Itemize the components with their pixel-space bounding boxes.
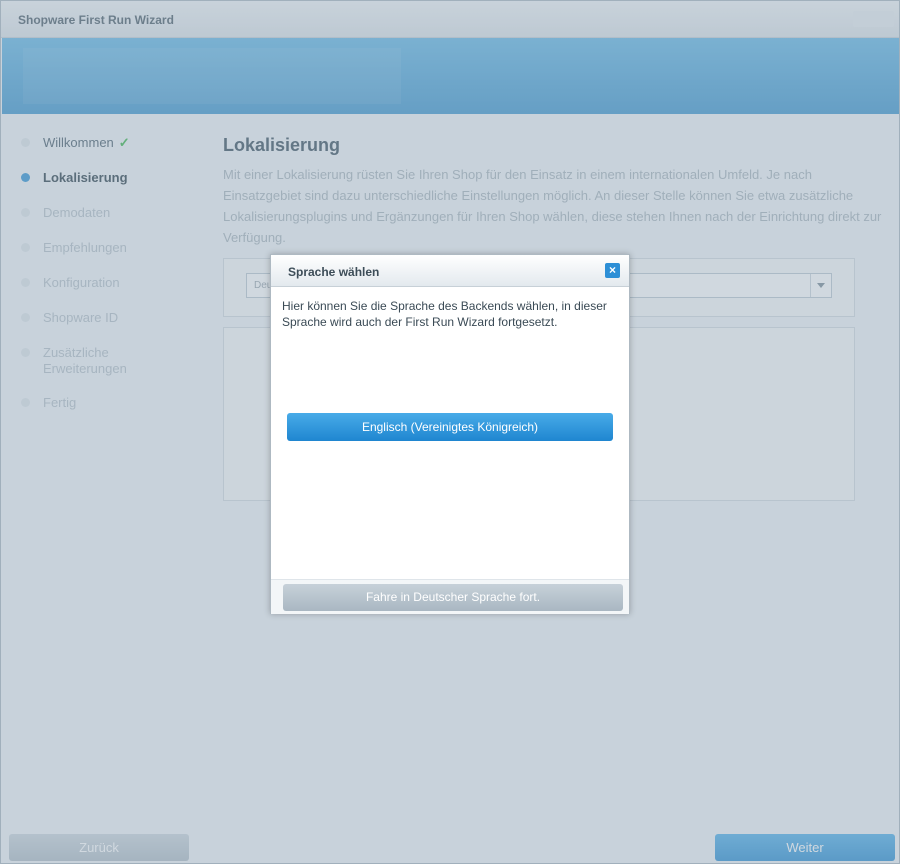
close-icon[interactable]: × xyxy=(605,263,620,278)
english-language-button[interactable]: Englisch (Vereinigtes Königreich) xyxy=(287,413,613,441)
dialog-title: Sprache wählen xyxy=(288,265,380,279)
language-dialog: Sprache wählen × Hier können Sie die Spr… xyxy=(270,254,630,614)
dialog-header[interactable]: Sprache wählen × xyxy=(271,255,629,287)
dialog-text: Hier können Sie die Sprache des Backends… xyxy=(282,299,607,329)
continue-german-button[interactable]: Fahre in Deutscher Sprache fort. xyxy=(283,584,623,611)
dialog-footer: Fahre in Deutscher Sprache fort. xyxy=(271,579,629,614)
